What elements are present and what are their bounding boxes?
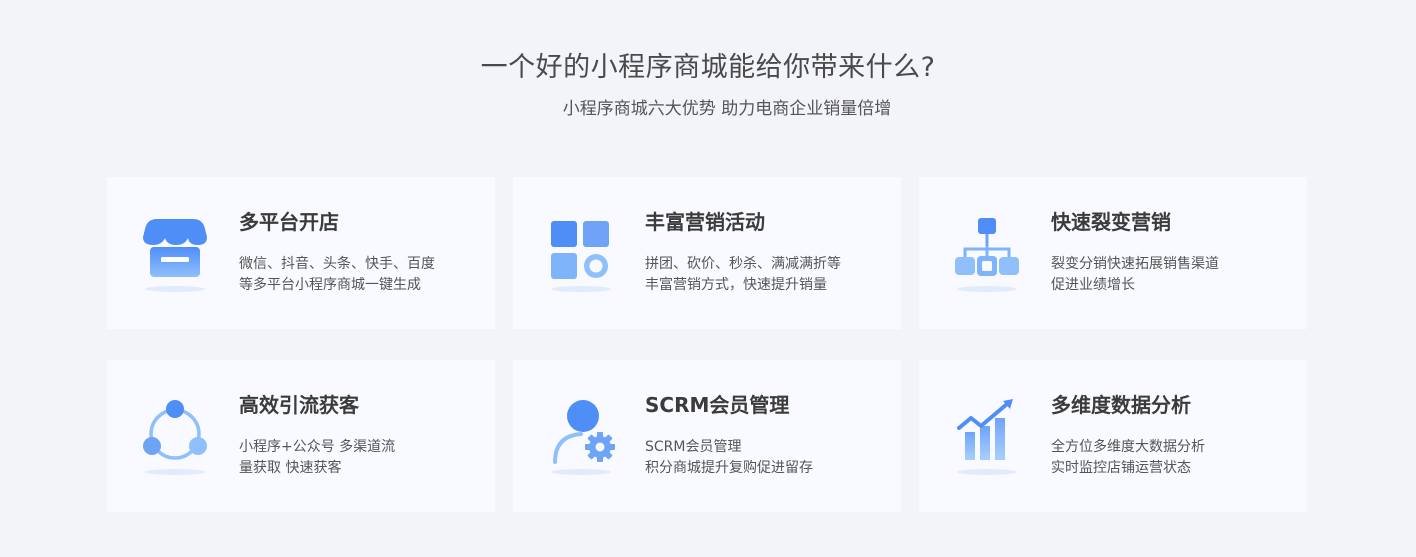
feature-title: 高效引流获客: [239, 393, 359, 417]
feature-desc: 微信、抖音、头条、快手、百度 等多平台小程序商城一键生成: [239, 254, 479, 296]
section-subtitle: 小程序商城六大优势 助力电商企业销量倍增: [562, 99, 892, 119]
feature-desc-line: 小程序+公众号 多渠道流: [239, 439, 396, 455]
feature-card-scrm: SCRM会员管理 SCRM会员管理 积分商城提升复购促进留存: [513, 360, 901, 512]
network-tree-icon: [947, 213, 1027, 293]
store-icon: [135, 213, 215, 293]
advantages-section: 一个好的小程序商城能给你带来什么? 小程序商城六大优势 助力电商企业销量倍增 多…: [0, 0, 1416, 557]
feature-card-fission: 快速裂变营销 裂变分销快速拓展销售渠道 促进业绩增长: [919, 177, 1307, 329]
feature-card-multi-platform: 多平台开店 微信、抖音、头条、快手、百度 等多平台小程序商城一键生成: [107, 177, 495, 329]
feature-desc-line: 等多平台小程序商城一键生成: [239, 277, 421, 293]
feature-desc-line: 实时监控店铺运营状态: [1051, 460, 1191, 476]
feature-card-marketing: 丰富营销活动 拼团、砍价、秒杀、满减满折等 丰富营销方式，快速提升销量: [513, 177, 901, 329]
feature-desc-line: 促进业绩增长: [1051, 277, 1135, 293]
grid-apps-icon: [541, 213, 621, 293]
section-title: 一个好的小程序商城能给你带来什么?: [480, 52, 936, 83]
feature-desc: 全方位多维度大数据分析 实时监控店铺运营状态: [1051, 437, 1291, 479]
feature-desc-line: 全方位多维度大数据分析: [1051, 439, 1205, 455]
cycle-nodes-icon: [135, 396, 215, 476]
feature-desc-line: 积分商城提升复购促进留存: [645, 460, 813, 476]
feature-desc-line: 微信、抖音、头条、快手、百度: [239, 256, 435, 272]
feature-desc-line: 丰富营销方式，快速提升销量: [645, 277, 827, 293]
feature-desc: SCRM会员管理 积分商城提升复购促进留存: [645, 437, 885, 479]
feature-title: 快速裂变营销: [1051, 210, 1171, 234]
feature-desc: 裂变分销快速拓展销售渠道 促进业绩增长: [1051, 254, 1291, 296]
feature-desc: 拼团、砍价、秒杀、满减满折等 丰富营销方式，快速提升销量: [645, 254, 885, 296]
feature-desc-line: 裂变分销快速拓展销售渠道: [1051, 256, 1219, 272]
feature-title: SCRM会员管理: [645, 393, 790, 417]
feature-desc-line: 量获取 快速获客: [239, 460, 342, 476]
feature-title: 多平台开店: [239, 210, 339, 234]
feature-card-traffic: 高效引流获客 小程序+公众号 多渠道流 量获取 快速获客: [107, 360, 495, 512]
feature-desc-line: SCRM会员管理: [645, 439, 742, 455]
feature-title: 多维度数据分析: [1051, 393, 1191, 417]
feature-card-analytics: 多维度数据分析 全方位多维度大数据分析 实时监控店铺运营状态: [919, 360, 1307, 512]
bar-chart-trend-icon: [947, 396, 1027, 476]
user-gear-icon: [541, 396, 621, 476]
feature-desc-line: 拼团、砍价、秒杀、满减满折等: [645, 256, 841, 272]
feature-title: 丰富营销活动: [645, 210, 765, 234]
feature-desc: 小程序+公众号 多渠道流 量获取 快速获客: [239, 437, 479, 479]
